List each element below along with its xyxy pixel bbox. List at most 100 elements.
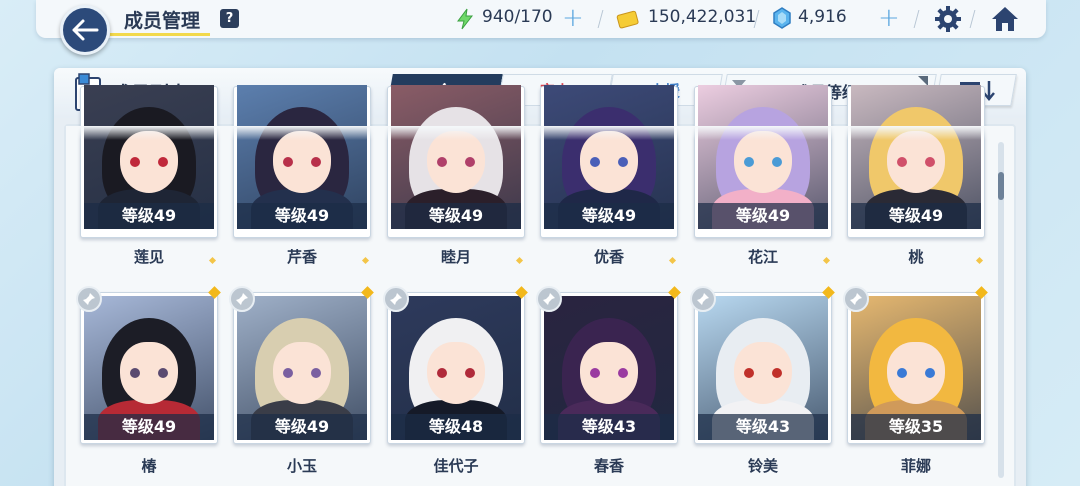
- member-card[interactable]: 等级48: [387, 292, 525, 444]
- scrollbar-thumb[interactable]: [998, 172, 1004, 200]
- member-portrait: 等级35: [851, 296, 981, 440]
- member-level: 等级35: [888, 417, 944, 436]
- character-eye: [311, 157, 321, 167]
- member-card[interactable]: 等级49: [233, 85, 371, 238]
- member-level: 等级49: [274, 206, 330, 225]
- member-portrait: 等级48: [391, 296, 521, 440]
- pin-icon[interactable]: [690, 286, 716, 312]
- member-portrait: 等级49: [544, 85, 674, 229]
- character-eye: [158, 157, 168, 167]
- character-eye: [772, 157, 782, 167]
- character-eye: [130, 157, 140, 167]
- character-face: [273, 342, 331, 404]
- member-portrait: 等级43: [544, 296, 674, 440]
- member-name: 芹香: [286, 248, 317, 266]
- character-face: [120, 342, 178, 404]
- character-eye: [283, 157, 293, 167]
- ap-value: 940/170: [482, 7, 553, 27]
- character-eye: [465, 157, 475, 167]
- member-level: 等级43: [581, 417, 637, 436]
- scroll-fade: [66, 126, 996, 140]
- help-button[interactable]: ?: [220, 9, 239, 28]
- member-portrait: 等级49: [698, 85, 828, 229]
- character-face: [734, 342, 792, 404]
- character-face: [580, 131, 638, 193]
- character-eye: [897, 157, 907, 167]
- character-eye: [744, 157, 754, 167]
- credit-icon: [616, 10, 639, 29]
- character-eye: [744, 368, 754, 378]
- member-name: 小玉: [286, 457, 317, 475]
- character-eye: [590, 368, 600, 378]
- character-face: [427, 131, 485, 193]
- character-eye: [772, 368, 782, 378]
- member-name: 花江: [747, 248, 778, 266]
- bolt-icon: [457, 8, 474, 30]
- member-card[interactable]: 等级49: [387, 85, 525, 238]
- character-eye: [311, 368, 321, 378]
- character-face: [734, 131, 792, 193]
- member-card[interactable]: 等级49: [233, 292, 371, 444]
- character-eye: [897, 368, 907, 378]
- character-eye: [590, 157, 600, 167]
- member-name: 佳代子: [433, 457, 479, 475]
- member-card[interactable]: 等级43: [540, 292, 678, 444]
- member-portrait: 等级49: [851, 85, 981, 229]
- member-card[interactable]: 等级35: [847, 292, 985, 444]
- character-face: [887, 342, 945, 404]
- gem-icon: [773, 7, 791, 29]
- member-name: 睦月: [440, 248, 471, 266]
- member-level: 等级49: [581, 206, 637, 225]
- member-portrait: 等级49: [391, 85, 521, 229]
- page-title: 成员管理: [124, 10, 201, 32]
- member-name: 铃美: [747, 457, 778, 475]
- pin-icon[interactable]: [229, 286, 255, 312]
- member-portrait: 等级49: [237, 296, 367, 440]
- character-face: [887, 131, 945, 193]
- member-level: 等级48: [428, 417, 484, 436]
- member-name: 优香: [593, 248, 624, 266]
- character-eye: [130, 368, 140, 378]
- pin-icon[interactable]: [76, 286, 102, 312]
- title-underline: [110, 33, 210, 36]
- pin-icon[interactable]: [843, 286, 869, 312]
- character-face: [120, 131, 178, 193]
- member-name: 桃: [908, 248, 924, 266]
- member-portrait: 等级49: [84, 85, 214, 229]
- member-level: 等级49: [121, 417, 177, 436]
- member-card[interactable]: 等级49: [847, 85, 985, 238]
- member-card[interactable]: 等级49: [540, 85, 678, 238]
- back-arrow-icon: [72, 19, 99, 41]
- character-eye: [158, 368, 168, 378]
- member-card[interactable]: 等级49: [694, 85, 832, 238]
- pin-icon[interactable]: [383, 286, 409, 312]
- ap-add-button[interactable]: +: [562, 3, 584, 33]
- member-level: 等级49: [121, 206, 177, 225]
- character-face: [427, 342, 485, 404]
- character-eye: [925, 157, 935, 167]
- member-name: 菲娜: [900, 457, 931, 475]
- member-card[interactable]: 等级49: [80, 85, 218, 238]
- member-name: 春香: [593, 457, 624, 475]
- character-eye: [437, 368, 447, 378]
- member-card[interactable]: 等级43: [694, 292, 832, 444]
- member-card[interactable]: 等级49: [80, 292, 218, 444]
- gems-value: 4,916: [798, 7, 847, 27]
- gear-icon[interactable]: [934, 5, 962, 33]
- character-eye: [925, 368, 935, 378]
- character-face: [273, 131, 331, 193]
- back-button[interactable]: [60, 5, 110, 55]
- character-eye: [618, 368, 628, 378]
- member-portrait: 等级49: [84, 296, 214, 440]
- character-eye: [437, 157, 447, 167]
- home-icon[interactable]: [990, 5, 1020, 33]
- pin-icon[interactable]: [536, 286, 562, 312]
- character-eye: [465, 368, 475, 378]
- member-portrait: 等级49: [237, 85, 367, 229]
- member-portrait: 等级43: [698, 296, 828, 440]
- member-level: 等级49: [735, 206, 791, 225]
- character-face: [580, 342, 638, 404]
- gems-add-button[interactable]: +: [878, 3, 900, 33]
- member-level: 等级49: [274, 417, 330, 436]
- member-name: 椿: [141, 457, 157, 475]
